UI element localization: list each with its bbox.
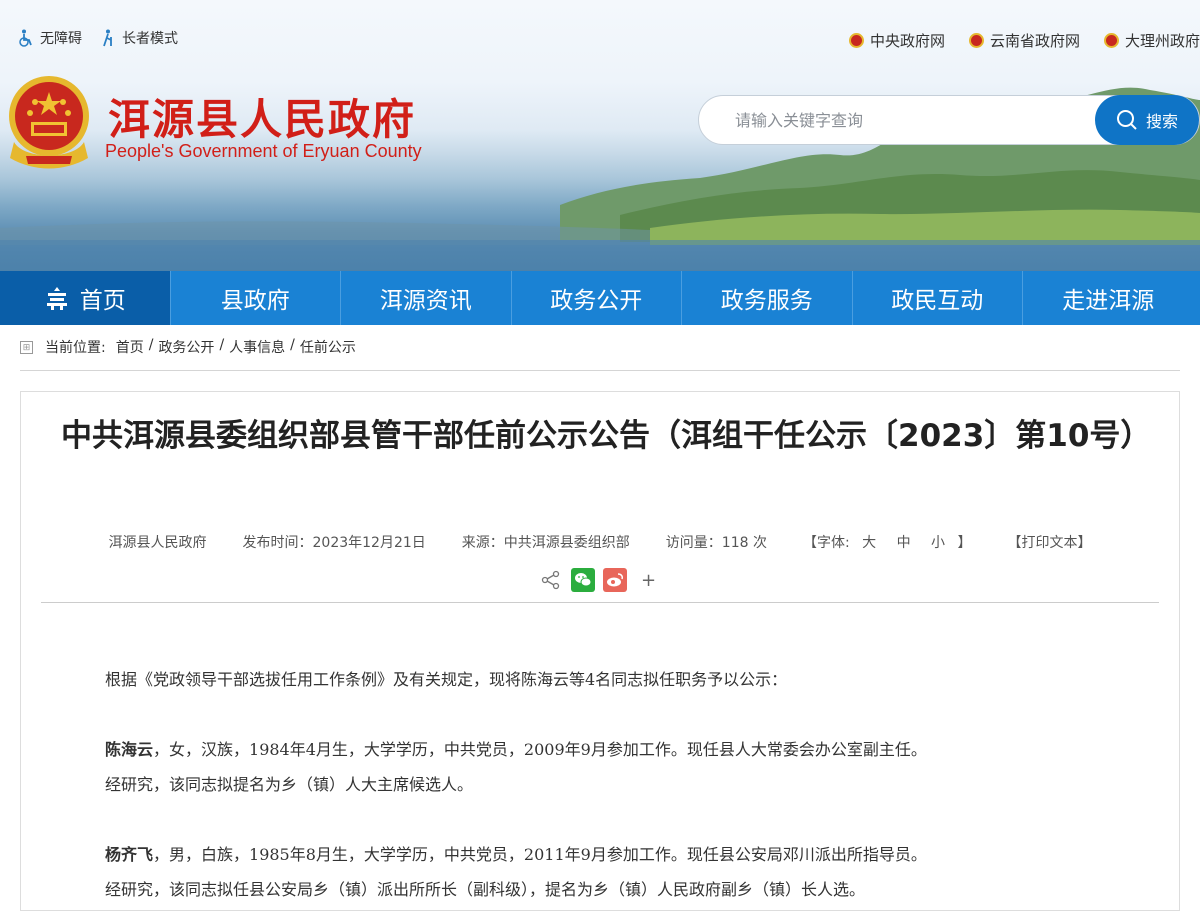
national-emblem-icon <box>1103 33 1119 48</box>
font-size-small-button[interactable]: 小 <box>931 535 945 551</box>
article-title: 中共洱源县委组织部县管干部任前公示公告（洱组干任公示〔2023〕第10号） <box>61 418 1152 454</box>
article-intro: 根据《党政领导干部选拔任用工作条例》及有关规定，现将陈海云等4名同志拟任职务予以… <box>105 670 788 689</box>
search-button-label: 搜索 <box>1145 112 1178 131</box>
nav-item-label: 政务公开 <box>550 288 643 314</box>
person-details: ，女，汉族，1984年4月生，大学学历，中共党员，2009年9月参加工作。现任县… <box>153 740 927 759</box>
article-meta: 洱源县人民政府 发布时间：2023年12月21日 来源：中共洱源县委组织部 访问… <box>21 532 1179 552</box>
gov-link-central[interactable]: 中央政府网 <box>848 30 945 51</box>
nav-item-home[interactable]: 首页 <box>0 271 171 325</box>
search-bar: 搜索 <box>698 95 1200 145</box>
share-bar: + <box>539 568 656 592</box>
location-icon: ⊞ <box>20 341 33 354</box>
nav-item-news[interactable]: 洱源资讯 <box>341 271 512 325</box>
wechat-share-button[interactable] <box>571 568 595 592</box>
nav-item-gov-services[interactable]: 政务服务 <box>682 271 853 325</box>
breadcrumb: ⊞ 当前位置: 首页 / 政务公开 / 人事信息 / 任前公示 <box>20 337 1180 371</box>
nav-item-label: 政务服务 <box>720 288 813 314</box>
meta-views: 访问量：118 次 <box>665 535 767 551</box>
breadcrumb-separator: / <box>148 337 154 353</box>
person-name: 陈海云 <box>105 740 154 759</box>
national-emblem-logo[interactable] <box>4 72 94 172</box>
article-body: 根据《党政领导干部选拔任用工作条例》及有关规定，现将陈海云等4名同志拟任职务予以… <box>105 662 1105 907</box>
elderly-icon <box>103 29 112 47</box>
weibo-icon <box>607 573 623 587</box>
font-size-large-button[interactable]: 大 <box>862 535 876 551</box>
person-decision: 经研究，该同志拟任县公安局乡（镇）派出所所长（副科级），提名为乡（镇）人民政府副… <box>105 880 866 899</box>
person-entry: 杨齐飞，男，白族，1985年8月生，大学学历，中共党员，2011年9月参加工作。… <box>105 837 1105 872</box>
more-share-button[interactable]: + <box>641 570 656 591</box>
breadcrumb-link-home[interactable]: 首页 <box>116 337 144 357</box>
person-entry: 陈海云，女，汉族，1984年4月生，大学学历，中共党员，2009年9月参加工作。… <box>105 732 1105 767</box>
weibo-share-button[interactable] <box>603 568 627 592</box>
wheelchair-icon <box>19 29 32 47</box>
elderly-mode-link[interactable]: 长者模式 <box>100 28 178 48</box>
search-button[interactable]: 搜索 <box>1095 95 1199 145</box>
meta-publisher: 洱源县人民政府 <box>108 535 207 551</box>
meta-source: 来源：中共洱源县委组织部 <box>461 535 630 551</box>
divider <box>41 602 1159 603</box>
national-emblem-icon <box>848 33 864 48</box>
nav-item-label: 洱源资讯 <box>379 288 472 314</box>
accessibility-label: 无障碍 <box>40 31 82 47</box>
gov-link-yunnan[interactable]: 云南省政府网 <box>968 30 1080 51</box>
font-size-label-open: 【字体: <box>802 535 850 551</box>
site-title[interactable]: 洱源县人民政府 <box>108 86 416 147</box>
national-emblem-icon <box>968 33 984 48</box>
nav-item-gov-affairs[interactable]: 政务公开 <box>512 271 682 325</box>
wechat-icon <box>575 573 592 587</box>
nav-item-interaction[interactable]: 政民互动 <box>853 271 1023 325</box>
main-nav: 首页 县政府 洱源资讯 政务公开 政务服务 政民互动 走进洱源 <box>0 271 1200 325</box>
search-input[interactable] <box>735 96 1085 144</box>
breadcrumb-link-personnel[interactable]: 人事信息 <box>229 337 285 357</box>
print-button[interactable]: 【打印文本】 <box>1007 532 1091 552</box>
nav-item-about-eryuan[interactable]: 走进洱源 <box>1023 271 1194 325</box>
home-icon <box>46 287 67 310</box>
site-header: 无障碍 长者模式 中央政府网 云南省政府网 大理州政府 洱源县人民政府 Peop… <box>0 0 1200 271</box>
gov-link-label: 云南省政府网 <box>989 32 1080 50</box>
breadcrumb-prefix: 当前位置: <box>45 340 106 356</box>
breadcrumb-link-gov-affairs[interactable]: 政务公开 <box>158 337 214 357</box>
share-icon <box>539 568 563 592</box>
gov-link-label: 大理州政府 <box>1124 32 1200 50</box>
person-name: 杨齐飞 <box>105 845 154 864</box>
nav-item-county-gov[interactable]: 县政府 <box>171 271 341 325</box>
nav-item-label: 县政府 <box>220 288 290 314</box>
article-container: 中共洱源县委组织部县管干部任前公示公告（洱组干任公示〔2023〕第10号） 洱源… <box>20 391 1180 911</box>
font-size-medium-button[interactable]: 中 <box>897 535 911 551</box>
gov-link-label: 中央政府网 <box>869 32 945 50</box>
person-decision: 经研究，该同志拟提名为乡（镇）人大主席候选人。 <box>105 775 474 794</box>
elderly-mode-label: 长者模式 <box>122 31 178 47</box>
nav-item-label: 政民互动 <box>891 288 984 314</box>
font-size-label-close: 】 <box>957 535 972 551</box>
search-icon <box>1116 110 1137 130</box>
site-subtitle: People's Government of Eryuan County <box>105 141 422 161</box>
gov-link-dali[interactable]: 大理州政府 <box>1103 30 1200 51</box>
person-details: ，男，白族，1985年8月生，大学学历，中共党员，2011年9月参加工作。现任县… <box>153 845 927 864</box>
accessibility-link[interactable]: 无障碍 <box>18 28 82 48</box>
breadcrumb-link-notice[interactable]: 任前公示 <box>300 337 356 357</box>
nav-item-label: 首页 <box>79 288 126 314</box>
meta-publish-time: 发布时间：2023年12月21日 <box>242 535 426 551</box>
nav-item-label: 走进洱源 <box>1062 288 1155 314</box>
font-size-controls: 【字体: 大 中 小 】 <box>803 532 972 552</box>
breadcrumb-separator: / <box>290 337 295 353</box>
breadcrumb-separator: / <box>219 337 225 353</box>
